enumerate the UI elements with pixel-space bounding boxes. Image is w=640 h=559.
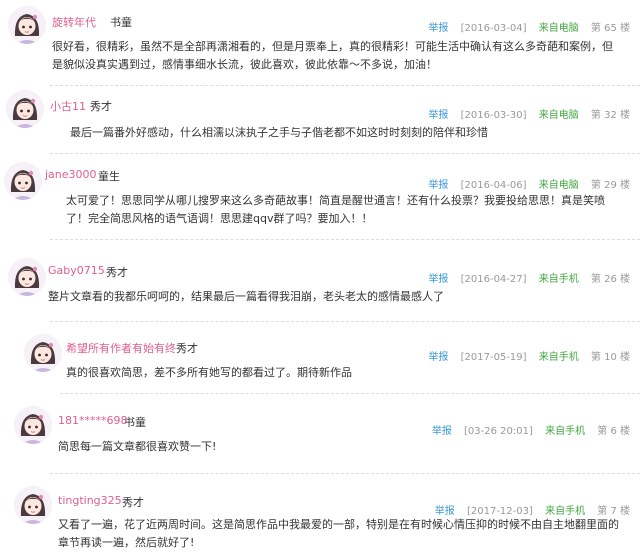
comment-source: 来自电脑 — [538, 180, 579, 191]
username-link[interactable]: 旋转年代 — [52, 14, 96, 30]
username-link[interactable]: tingting325 — [58, 494, 122, 507]
comment-source: 来自电脑 — [538, 23, 579, 34]
username-link[interactable]: 小古11 — [50, 98, 86, 114]
comment-meta: 举报 [2017-12-03] 来自手机 第 7 楼 — [435, 502, 630, 517]
report-link[interactable]: 举报 — [428, 352, 448, 363]
comment-item: 希望所有作者有始有终 秀才 举报 [2017-05-19] 来自手机 第 10 … — [0, 322, 640, 390]
username-link[interactable]: Gaby0715 — [48, 264, 105, 277]
avatar[interactable] — [8, 6, 46, 44]
comment-item: jane3000 童生 举报 [2016-04-06] 来自电脑 第 29 楼 … — [0, 154, 640, 238]
comment-item: Gaby0715 秀才 举报 [2016-04-27] 来自手机 第 26 楼 … — [0, 240, 640, 314]
user-rank-badge: 秀才 — [106, 266, 128, 279]
avatar[interactable] — [6, 90, 44, 128]
floor-number: 第 29 楼 — [590, 180, 630, 191]
user-rank-badge: 秀才 — [176, 342, 198, 355]
floor-number: 第 26 楼 — [590, 274, 630, 285]
comment-meta: 举报 [2016-03-30] 来自电脑 第 32 楼 — [428, 106, 630, 121]
comment-text: 整片文章看的我都乐呵呵的，结果最后一篇看得我泪崩，老头老太的感情最感人了 — [48, 290, 444, 303]
avatar[interactable] — [4, 162, 42, 200]
floor-number: 第 10 楼 — [590, 352, 630, 363]
comment-text: 很好看，很精彩，虽然不是全部再潇湘看的，但是月票奉上，真的很精彩！可能生活中确认… — [52, 40, 613, 71]
user-rank-badge: 秀才 — [122, 496, 144, 509]
username-link[interactable]: 希望所有作者有始有终 — [66, 340, 176, 356]
comment-item: 181*****698 书童 举报 [03-26 20:01] 来自手机 第 6… — [0, 394, 640, 460]
comment-source: 来自电脑 — [538, 110, 579, 121]
username-link[interactable]: 181*****698 — [58, 414, 128, 427]
comment-item: 旋转年代 书童 举报 [2016-03-04] 来自电脑 第 65 楼 很好看，… — [0, 0, 640, 80]
user-rank-badge: 童生 — [98, 170, 120, 183]
comment-source: 来自手机 — [538, 352, 579, 363]
comment-date: [2016-03-04] — [460, 23, 527, 34]
comment-date: [03-26 20:01] — [464, 426, 533, 437]
comment-date: [2016-04-27] — [460, 274, 527, 285]
user-rank-badge: 秀才 — [90, 100, 112, 113]
floor-number: 第 6 楼 — [597, 426, 630, 437]
avatar[interactable] — [14, 486, 52, 524]
floor-number: 第 65 楼 — [590, 23, 630, 34]
user-rank-badge: 书童 — [110, 16, 132, 29]
comment-meta: 举报 [2017-05-19] 来自手机 第 10 楼 — [428, 348, 630, 363]
user-rank-badge: 书童 — [124, 416, 146, 429]
comment-text: 又看了一遍，花了近两周时间。这是简思作品中我最爱的一部，特别是在有时候心情压抑的… — [58, 518, 619, 549]
comment-date: [2016-03-30] — [460, 110, 527, 121]
comment-meta: 举报 [2016-04-06] 来自电脑 第 29 楼 — [428, 176, 630, 191]
comment-source: 来自手机 — [538, 274, 579, 285]
comment-meta: 举报 [2016-04-27] 来自手机 第 26 楼 — [428, 270, 630, 285]
comment-date: [2017-05-19] — [460, 352, 527, 363]
comment-meta: 举报 [2016-03-04] 来自电脑 第 65 楼 — [428, 19, 630, 34]
comment-source: 来自手机 — [545, 426, 586, 437]
username-link[interactable]: jane3000 — [45, 168, 97, 181]
report-link[interactable]: 举报 — [428, 110, 448, 121]
report-link[interactable]: 举报 — [432, 426, 452, 437]
avatar[interactable] — [8, 258, 46, 296]
comment-text: 简思每一篇文章都很喜欢赞一下! — [58, 440, 217, 453]
avatar[interactable] — [14, 406, 52, 444]
floor-number: 第 32 楼 — [590, 110, 630, 121]
comment-date: [2016-04-06] — [460, 180, 527, 191]
comment-text: 最后一篇番外好感动，什么相濡以沫执子之手与子偕老都不如这时时刻刻的陪伴和珍惜 — [70, 126, 488, 139]
comment-text: 真的很喜欢简思，差不多所有她写的都看过了。期待新作品 — [66, 366, 352, 379]
comment-text: 太可爱了！思思同学从哪儿搜罗来这么多奇葩故事！简直是醒世通言！还有什么投票？我要… — [66, 194, 605, 225]
comment-item: tingting325 秀才 举报 [2017-12-03] 来自手机 第 7 … — [0, 474, 640, 559]
report-link[interactable]: 举报 — [428, 23, 448, 34]
comment-item: 小古11 秀才 举报 [2016-03-30] 来自电脑 第 32 楼 最后一篇… — [0, 86, 640, 152]
avatar[interactable] — [24, 334, 62, 372]
report-link[interactable]: 举报 — [428, 180, 448, 191]
comment-meta: 举报 [03-26 20:01] 来自手机 第 6 楼 — [432, 422, 630, 437]
report-link[interactable]: 举报 — [428, 274, 448, 285]
